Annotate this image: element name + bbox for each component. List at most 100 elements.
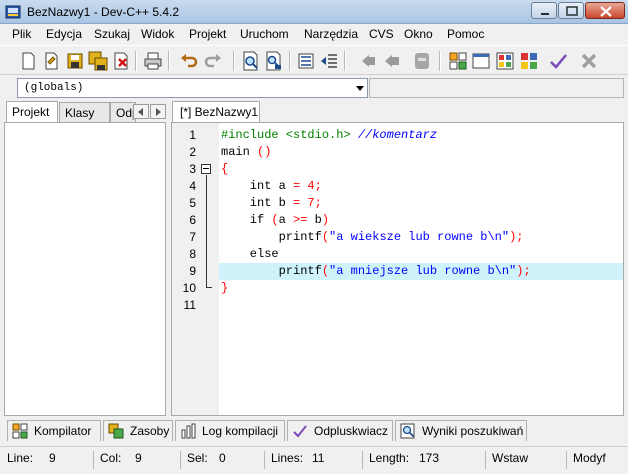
- tab-odpluskwiacz-bottom[interactable]: Odpluskwiacz: [287, 420, 393, 441]
- print-button[interactable]: [142, 50, 164, 72]
- run-icon: [472, 53, 490, 69]
- tab-odpluskwiacz-label: Odpluskwiacz: [314, 424, 389, 438]
- line-number: 2: [189, 145, 196, 159]
- menu-pomoc[interactable]: Pomoc: [447, 27, 484, 41]
- run-button[interactable]: [470, 50, 492, 72]
- status-divider: [362, 451, 363, 469]
- menu-edycja[interactable]: Edycja: [46, 27, 82, 41]
- code-token: b: [307, 213, 322, 227]
- code-token: (): [257, 145, 272, 159]
- save-all-button[interactable]: [87, 50, 109, 72]
- open-file-button[interactable]: [40, 50, 62, 72]
- code-line[interactable]: printf("a wieksze lub rowne b\n");: [219, 229, 623, 246]
- code-token: (: [321, 230, 330, 244]
- code-line[interactable]: {: [219, 161, 623, 178]
- bookmark-button[interactable]: [411, 50, 433, 72]
- code-token: (: [271, 213, 279, 227]
- compile-run-button[interactable]: [494, 50, 516, 72]
- code-line[interactable]: int b = 7;: [219, 195, 623, 212]
- status-col-value: 9: [135, 451, 142, 465]
- code-line[interactable]: main (): [219, 144, 623, 161]
- close-file-button[interactable]: [110, 50, 132, 72]
- status-divider: [566, 451, 567, 469]
- tabs-scroll-right-button[interactable]: [150, 104, 166, 119]
- code-text-area[interactable]: #include <stdio.h> //komentarz main (){ i…: [219, 123, 623, 415]
- menu-narzedzia[interactable]: Narzędzia: [304, 27, 358, 41]
- minimize-button[interactable]: [531, 2, 557, 19]
- code-line[interactable]: int a = 4;: [219, 178, 623, 195]
- print-icon: [144, 52, 162, 70]
- arrow-left-icon: [138, 108, 143, 116]
- unindent-button[interactable]: [318, 50, 340, 72]
- code-line[interactable]: else: [219, 246, 623, 263]
- code-token: ;: [314, 179, 322, 193]
- undo-button[interactable]: [178, 50, 200, 72]
- close-button[interactable]: [585, 2, 625, 19]
- toolbar-separator: [135, 51, 137, 71]
- code-token: >=: [293, 213, 308, 227]
- status-insert-mode: Wstaw: [492, 451, 528, 465]
- tab-wyniki-poszukiwan[interactable]: Wyniki poszukiwań: [395, 420, 527, 441]
- code-token: int a: [221, 179, 294, 193]
- code-line[interactable]: }: [219, 280, 623, 297]
- code-line[interactable]: #include <stdio.h> //komentarz: [219, 127, 623, 144]
- goto-forward-button[interactable]: [381, 50, 403, 72]
- menu-plik[interactable]: Plik: [12, 27, 31, 41]
- menu-uruchom[interactable]: Uruchom: [240, 27, 289, 41]
- line-number: 10: [182, 281, 196, 295]
- save-button[interactable]: [64, 50, 86, 72]
- maximize-button[interactable]: [558, 2, 584, 19]
- line-number: 11: [183, 298, 196, 312]
- check-syntax-button[interactable]: [547, 50, 569, 72]
- code-token: a: [278, 213, 294, 227]
- stop-button[interactable]: [578, 50, 600, 72]
- menu-widok[interactable]: Widok: [141, 27, 174, 41]
- tab-projekt[interactable]: Projekt: [6, 101, 58, 122]
- menu-szukaj[interactable]: Szukaj: [94, 27, 130, 41]
- search-results-icon: [400, 423, 415, 439]
- code-token: "a mniejsze lub rowne b\n": [329, 264, 517, 278]
- open-file-icon: [45, 52, 58, 70]
- indent-button[interactable]: [295, 50, 317, 72]
- code-token: printf: [221, 230, 322, 244]
- code-line[interactable]: if (a >= b): [219, 212, 623, 229]
- status-divider: [93, 451, 94, 469]
- tab-wyniki-label: Wyniki poszukiwań: [422, 424, 524, 438]
- tab-log-kompilacji-label: Log kompilacji: [202, 424, 279, 438]
- toolbar-separator: [344, 51, 346, 71]
- code-token: 4: [307, 179, 315, 193]
- project-tree[interactable]: [4, 122, 166, 416]
- code-line[interactable]: printf("a mniejsze lub rowne b\n");: [219, 263, 623, 280]
- editor-file-tab[interactable]: [*] BezNazwy1: [172, 101, 260, 122]
- compile-icon: [449, 52, 467, 70]
- code-token: //komentarz: [357, 128, 438, 142]
- tab-kompilator[interactable]: Kompilator: [7, 420, 101, 441]
- status-lines-label: Lines:: [271, 451, 304, 465]
- rebuild-button[interactable]: [518, 50, 540, 72]
- code-token: int b: [221, 196, 294, 210]
- goto-back-button[interactable]: [358, 50, 380, 72]
- tabs-scroll-left-button[interactable]: [133, 104, 149, 119]
- code-token: main: [221, 145, 258, 159]
- menu-projekt[interactable]: Projekt: [189, 27, 226, 41]
- fold-collapse-icon[interactable]: [201, 164, 211, 174]
- tab-log-kompilacji[interactable]: Log kompilacji: [175, 420, 285, 441]
- redo-button[interactable]: [202, 50, 224, 72]
- globals-dropdown[interactable]: (globals): [17, 78, 368, 98]
- stop-icon: [581, 53, 597, 69]
- code-line[interactable]: [219, 297, 623, 314]
- window-title: BezNazwy1 - Dev-C++ 5.4.2: [27, 5, 180, 19]
- members-dropdown[interactable]: [369, 78, 624, 98]
- compile-button[interactable]: [447, 50, 469, 72]
- tab-klasy[interactable]: Klasy: [59, 102, 110, 122]
- menu-okno[interactable]: Okno: [404, 27, 433, 41]
- status-divider: [180, 451, 181, 469]
- replace-button[interactable]: [263, 50, 285, 72]
- tab-zasoby[interactable]: Zasoby: [103, 420, 173, 441]
- new-file-button[interactable]: [17, 50, 39, 72]
- code-token: }: [221, 281, 229, 295]
- code-editor[interactable]: 1 2 3 4 5 6 7 8 9 10 11 #include <stdio.…: [171, 122, 624, 416]
- find-button[interactable]: [240, 50, 262, 72]
- menu-cvs[interactable]: CVS: [369, 27, 394, 41]
- close-icon: [600, 6, 612, 17]
